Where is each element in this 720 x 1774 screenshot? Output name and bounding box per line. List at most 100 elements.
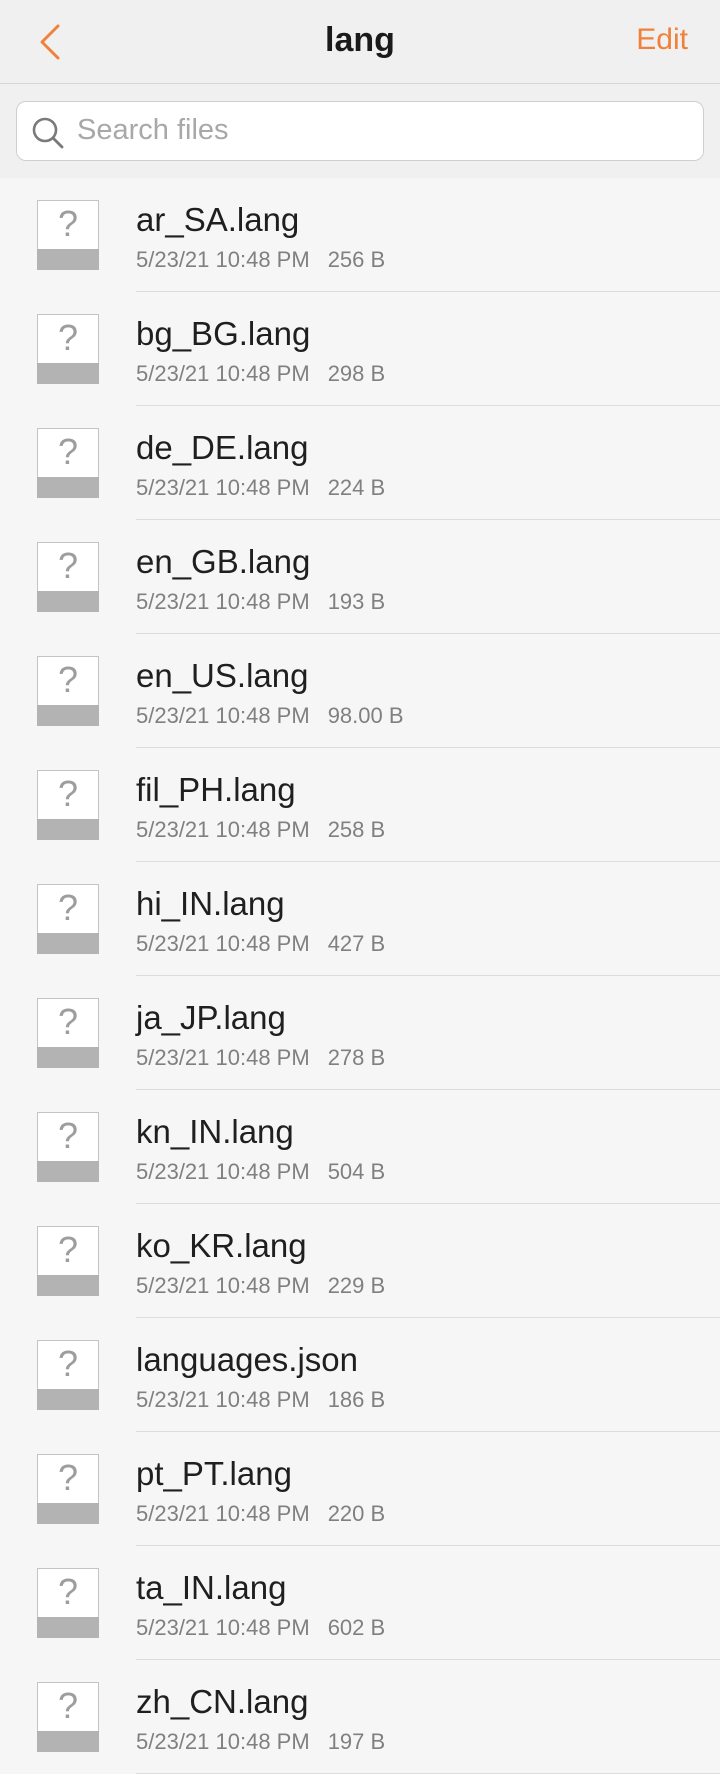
- file-meta: 5/23/21 10:48 PM 504 B: [136, 1158, 385, 1186]
- file-name: zh_CN.lang: [136, 1683, 309, 1720]
- unknown-file-icon: ?: [37, 1568, 99, 1638]
- file-size: 186 B: [327, 1387, 386, 1412]
- file-icon-bar: [37, 1275, 99, 1296]
- file-row[interactable]: ? languages.json 5/23/21 10:48 PM 186 B: [0, 1318, 720, 1432]
- search-input[interactable]: [77, 102, 687, 159]
- file-date: 5/23/21 10:48 PM: [136, 361, 310, 386]
- file-name: ja_JP.lang: [136, 999, 286, 1036]
- question-mark-glyph: ?: [57, 317, 79, 358]
- question-mark-glyph: ?: [57, 1571, 79, 1612]
- file-meta: 5/23/21 10:48 PM 298 B: [136, 360, 385, 388]
- question-mark-glyph: ?: [57, 431, 79, 472]
- file-date: 5/23/21 10:48 PM: [136, 1387, 310, 1412]
- file-date: 5/23/21 10:48 PM: [136, 931, 310, 956]
- file-row[interactable]: ? ko_KR.lang 5/23/21 10:48 PM 229 B: [0, 1204, 720, 1318]
- file-name: de_DE.lang: [136, 429, 309, 466]
- file-date: 5/23/21 10:48 PM: [136, 703, 310, 728]
- chevron-left-icon: [40, 24, 60, 60]
- file-row[interactable]: ? en_US.lang 5/23/21 10:48 PM 98.00 B: [0, 634, 720, 748]
- unknown-file-icon: ?: [37, 542, 99, 612]
- unknown-file-icon: ?: [37, 998, 99, 1068]
- file-meta: 5/23/21 10:48 PM 197 B: [136, 1728, 385, 1756]
- file-row[interactable]: ? pt_PT.lang 5/23/21 10:48 PM 220 B: [0, 1432, 720, 1546]
- file-meta: 5/23/21 10:48 PM 256 B: [136, 246, 385, 274]
- unknown-file-icon: ?: [37, 314, 99, 384]
- question-mark-glyph: ?: [57, 1685, 79, 1726]
- file-date: 5/23/21 10:48 PM: [136, 475, 310, 500]
- file-meta: 5/23/21 10:48 PM 220 B: [136, 1500, 385, 1528]
- file-icon-bar: [37, 705, 99, 726]
- file-size: 298 B: [327, 361, 386, 386]
- file-row[interactable]: ? fil_PH.lang 5/23/21 10:48 PM 258 B: [0, 748, 720, 862]
- file-name: ar_SA.lang: [136, 201, 300, 238]
- file-icon-bar: [37, 1617, 99, 1638]
- file-icon-bar: [37, 249, 99, 270]
- file-icon-bar: [37, 363, 99, 384]
- file-row[interactable]: ? kn_IN.lang 5/23/21 10:48 PM 504 B: [0, 1090, 720, 1204]
- file-size: 220 B: [327, 1501, 386, 1526]
- file-date: 5/23/21 10:48 PM: [136, 817, 310, 842]
- question-mark-glyph: ?: [57, 659, 79, 700]
- file-row[interactable]: ? ja_JP.lang 5/23/21 10:48 PM 278 B: [0, 976, 720, 1090]
- file-date: 5/23/21 10:48 PM: [136, 247, 310, 272]
- file-icon-bar: [37, 1731, 99, 1752]
- question-mark-glyph: ?: [57, 1001, 79, 1042]
- file-name: bg_BG.lang: [136, 315, 311, 352]
- edit-button[interactable]: Edit: [636, 0, 688, 84]
- search-field[interactable]: [16, 101, 704, 161]
- question-mark-glyph: ?: [57, 1115, 79, 1156]
- back-button[interactable]: [30, 18, 70, 66]
- question-mark-glyph: ?: [57, 773, 79, 814]
- file-meta: 5/23/21 10:48 PM 258 B: [136, 816, 385, 844]
- file-name: pt_PT.lang: [136, 1455, 292, 1492]
- file-icon-bar: [37, 1389, 99, 1410]
- file-size: 258 B: [327, 817, 386, 842]
- file-name: hi_IN.lang: [136, 885, 285, 922]
- file-icon-bar: [37, 1161, 99, 1182]
- question-mark-glyph: ?: [57, 203, 79, 244]
- file-meta: 5/23/21 10:48 PM 229 B: [136, 1272, 385, 1300]
- file-date: 5/23/21 10:48 PM: [136, 1273, 310, 1298]
- file-row[interactable]: ? ta_IN.lang 5/23/21 10:48 PM 602 B: [0, 1546, 720, 1660]
- file-size: 229 B: [327, 1273, 386, 1298]
- file-list: ? ar_SA.lang 5/23/21 10:48 PM 256 B ? bg_…: [0, 178, 720, 1774]
- file-size: 224 B: [327, 475, 386, 500]
- question-mark-glyph: ?: [57, 1457, 79, 1498]
- file-date: 5/23/21 10:48 PM: [136, 1729, 310, 1754]
- file-size: 278 B: [327, 1045, 386, 1070]
- unknown-file-icon: ?: [37, 1454, 99, 1524]
- file-name: languages.json: [136, 1341, 359, 1378]
- file-meta: 5/23/21 10:48 PM 186 B: [136, 1386, 385, 1414]
- file-name: ko_KR.lang: [136, 1227, 307, 1264]
- unknown-file-icon: ?: [37, 1340, 99, 1410]
- file-date: 5/23/21 10:48 PM: [136, 1159, 310, 1184]
- file-size: 98.00 B: [327, 703, 404, 728]
- file-meta: 5/23/21 10:48 PM 602 B: [136, 1614, 385, 1642]
- file-icon-bar: [37, 477, 99, 498]
- file-row[interactable]: ? de_DE.lang 5/23/21 10:48 PM 224 B: [0, 406, 720, 520]
- search-icon: [32, 117, 64, 149]
- file-size: 193 B: [327, 589, 386, 614]
- file-row[interactable]: ? en_GB.lang 5/23/21 10:48 PM 193 B: [0, 520, 720, 634]
- file-size: 427 B: [327, 931, 386, 956]
- file-icon-bar: [37, 1503, 99, 1524]
- file-icon-bar: [37, 933, 99, 954]
- file-row[interactable]: ? bg_BG.lang 5/23/21 10:48 PM 298 B: [0, 292, 720, 406]
- file-icon-bar: [37, 819, 99, 840]
- search-bar: [0, 84, 720, 178]
- file-name: en_GB.lang: [136, 543, 311, 580]
- unknown-file-icon: ?: [37, 1682, 99, 1752]
- file-icon-bar: [37, 1047, 99, 1068]
- unknown-file-icon: ?: [37, 884, 99, 954]
- file-row[interactable]: ? ar_SA.lang 5/23/21 10:48 PM 256 B: [0, 178, 720, 292]
- unknown-file-icon: ?: [37, 1226, 99, 1296]
- question-mark-glyph: ?: [57, 545, 79, 586]
- file-size: 504 B: [327, 1159, 386, 1184]
- question-mark-glyph: ?: [57, 1343, 79, 1384]
- unknown-file-icon: ?: [37, 428, 99, 498]
- file-size: 602 B: [327, 1615, 386, 1640]
- file-row[interactable]: ? zh_CN.lang 5/23/21 10:48 PM 197 B: [0, 1660, 720, 1774]
- file-row[interactable]: ? hi_IN.lang 5/23/21 10:48 PM 427 B: [0, 862, 720, 976]
- file-date: 5/23/21 10:48 PM: [136, 1615, 310, 1640]
- unknown-file-icon: ?: [37, 656, 99, 726]
